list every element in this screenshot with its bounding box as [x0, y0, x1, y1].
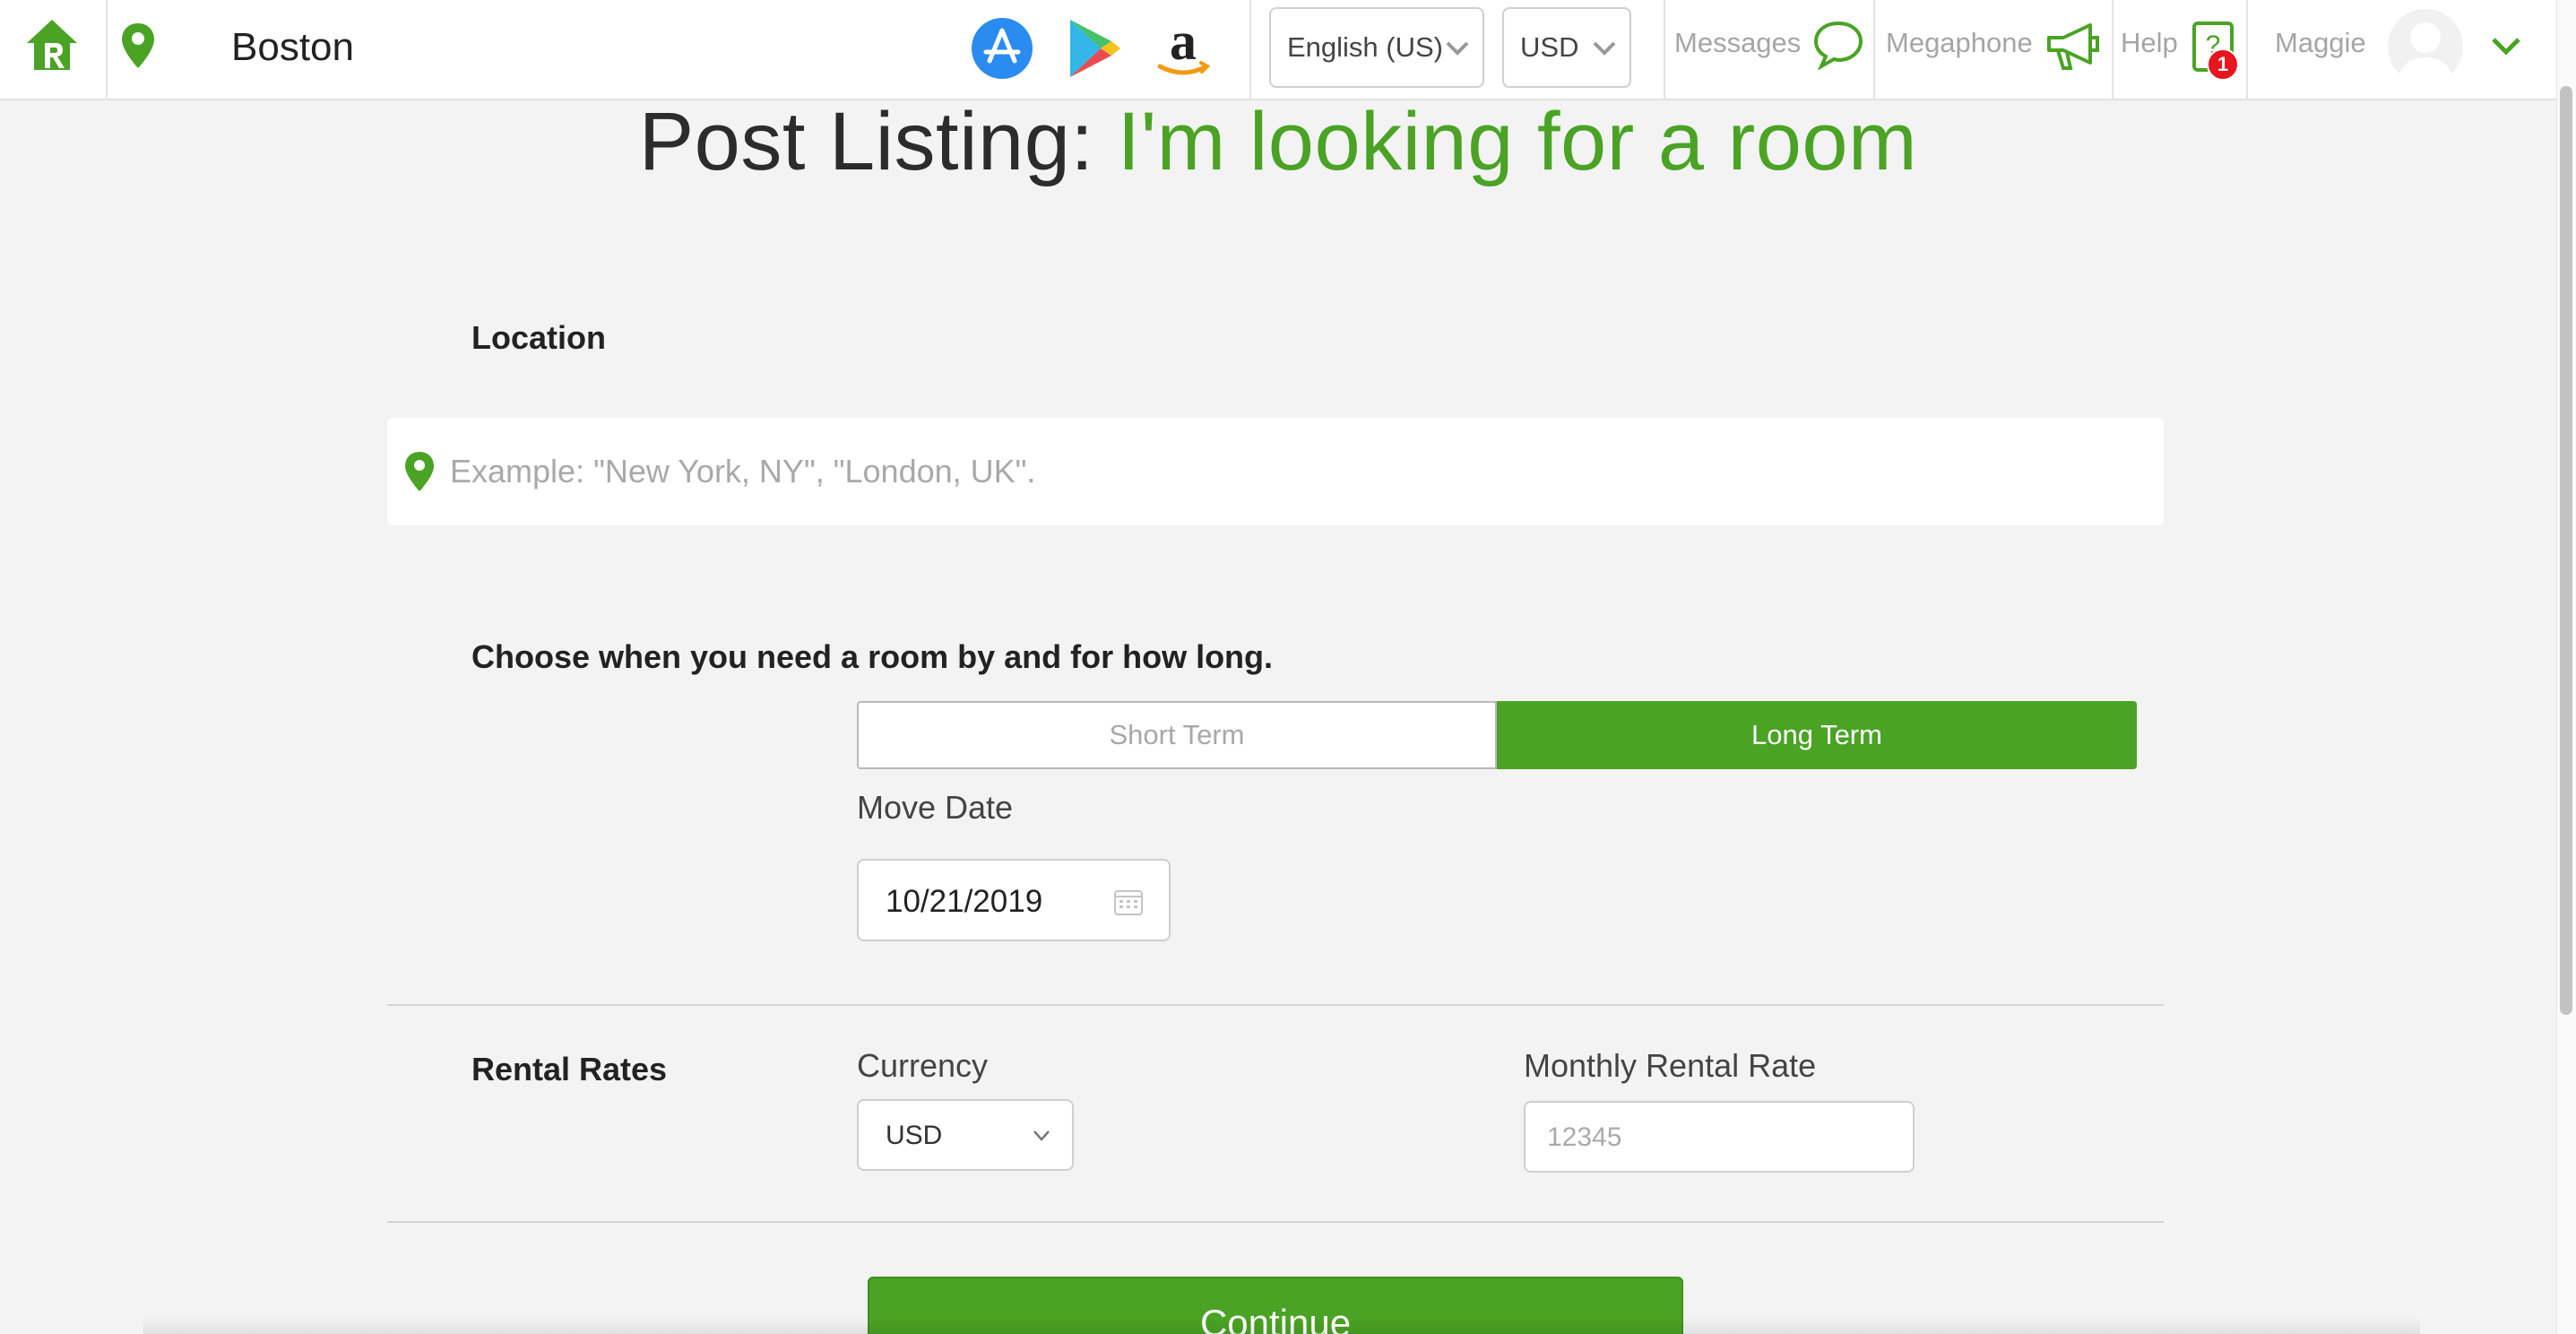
svg-text:a: a	[1170, 16, 1197, 71]
user-name[interactable]: Maggie	[2275, 27, 2366, 59]
move-date-label: Move Date	[857, 789, 1014, 826]
header-divider	[2112, 0, 2114, 100]
language-select[interactable]: English (US)	[1269, 7, 1484, 88]
move-date-field[interactable]: 10/21/2019	[857, 859, 1171, 941]
page-title: Post Listing: I'm looking for a room	[0, 95, 2556, 189]
timing-label: Choose when you need a room by and for h…	[471, 638, 1274, 675]
currency-header-value: USD	[1520, 31, 1579, 63]
megaphone-icon[interactable]	[2045, 22, 2101, 72]
long-term-button[interactable]: Long Term	[1497, 701, 2137, 769]
location-pin-icon	[405, 452, 434, 491]
chat-bubble-icon[interactable]	[1812, 20, 1864, 70]
chevron-down-icon	[1593, 41, 1616, 56]
bottom-shadow	[143, 1318, 2420, 1334]
move-date-value: 10/21/2019	[886, 884, 1043, 919]
rental-rates-label: Rental Rates	[471, 1051, 668, 1087]
page-title-prefix: Post Listing:	[638, 96, 1118, 187]
currency-label: Currency	[857, 1047, 989, 1084]
avatar[interactable]	[2388, 9, 2463, 84]
location-field[interactable]	[387, 418, 2164, 525]
term-toggle: Short Term Long Term	[857, 701, 2137, 769]
currency-header-select[interactable]: USD	[1502, 7, 1631, 88]
amazon-icon[interactable]: a	[1151, 16, 1215, 81]
short-term-button[interactable]: Short Term	[857, 701, 1497, 769]
help-link[interactable]: Help	[2121, 27, 2178, 59]
header-divider	[106, 0, 108, 100]
monthly-rate-field[interactable]	[1524, 1101, 1915, 1173]
top-navbar: Boston a English (US) USD Messages Megap…	[0, 0, 2556, 100]
monthly-rate-label: Monthly Rental Rate	[1524, 1047, 1817, 1084]
chevron-down-icon	[1446, 41, 1469, 56]
page-scrollbar[interactable]	[2556, 0, 2576, 1334]
google-play-icon[interactable]	[1061, 16, 1126, 81]
location-label: Location	[471, 319, 606, 356]
chevron-down-icon	[1033, 1130, 1050, 1141]
header-divider	[1249, 0, 1251, 100]
user-silhouette-icon	[2397, 22, 2454, 84]
section-divider	[387, 1221, 2164, 1223]
messages-link[interactable]: Messages	[1674, 27, 1801, 59]
chevron-down-icon[interactable]	[2490, 34, 2522, 57]
app-store-icon[interactable]	[970, 16, 1034, 81]
header-divider	[1873, 0, 1875, 100]
header-divider	[2246, 0, 2248, 100]
home-logo-icon[interactable]	[23, 16, 81, 74]
page-title-accent: I'm looking for a room	[1117, 96, 1918, 187]
location-pin-icon[interactable]	[120, 22, 156, 70]
location-input[interactable]	[450, 436, 2135, 507]
language-value: English (US)	[1287, 31, 1443, 63]
currency-select[interactable]: USD	[857, 1099, 1074, 1171]
currency-value: USD	[886, 1121, 943, 1150]
scrollbar-thumb[interactable]	[2560, 86, 2572, 1015]
calendar-icon[interactable]	[1113, 888, 1144, 916]
megaphone-link[interactable]: Megaphone	[1886, 27, 2033, 59]
city-name[interactable]: Boston	[231, 25, 354, 70]
help-notification-badge: 1	[2207, 48, 2239, 81]
header-divider	[1664, 0, 1665, 100]
monthly-rate-input[interactable]	[1547, 1115, 1897, 1160]
section-divider	[387, 1004, 2164, 1006]
